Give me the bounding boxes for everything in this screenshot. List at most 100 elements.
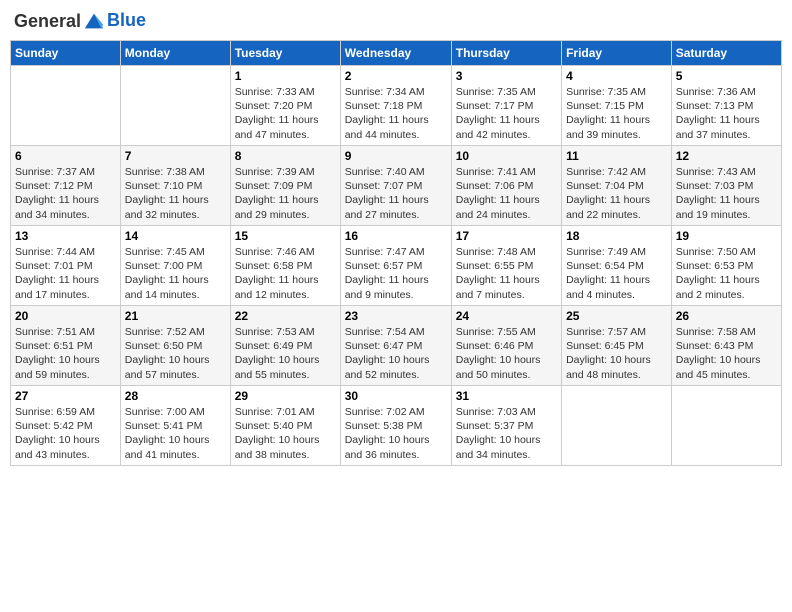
table-row: 18 Sunrise: 7:49 AM Sunset: 6:54 PM Dayli… xyxy=(562,226,672,306)
day-info: Sunrise: 7:00 AM Sunset: 5:41 PM Dayligh… xyxy=(125,405,226,462)
table-row: 17 Sunrise: 7:48 AM Sunset: 6:55 PM Dayli… xyxy=(451,226,561,306)
day-info: Sunrise: 7:47 AM Sunset: 6:57 PM Dayligh… xyxy=(345,245,447,302)
day-number: 14 xyxy=(125,229,226,243)
calendar-week-5: 27Sunrise: 6:59 AM Sunset: 5:42 PM Dayli… xyxy=(11,386,782,466)
logo-general: General xyxy=(14,11,81,32)
header-tuesday: Tuesday xyxy=(230,41,340,66)
table-row: 1 Sunrise: 7:33 AM Sunset: 7:20 PM Daylig… xyxy=(230,66,340,146)
day-info: Sunrise: 7:02 AM Sunset: 5:38 PM Dayligh… xyxy=(345,405,447,462)
day-info: Sunrise: 7:45 AM Sunset: 7:00 PM Dayligh… xyxy=(125,245,226,302)
table-row: 26Sunrise: 7:58 AM Sunset: 6:43 PM Dayli… xyxy=(671,306,781,386)
day-number: 19 xyxy=(676,229,777,243)
table-row: 10 Sunrise: 7:41 AM Sunset: 7:06 PM Dayli… xyxy=(451,146,561,226)
calendar-week-2: 6Sunrise: 7:37 AM Sunset: 7:12 PM Daylig… xyxy=(11,146,782,226)
table-row: 11 Sunrise: 7:42 AM Sunset: 7:04 PM Dayli… xyxy=(562,146,672,226)
logo-icon xyxy=(83,10,105,32)
day-info: Sunrise: 7:36 AM Sunset: 7:13 PM Dayligh… xyxy=(676,85,777,142)
day-info: Sunrise: 7:38 AM Sunset: 7:10 PM Dayligh… xyxy=(125,165,226,222)
table-row: 22Sunrise: 7:53 AM Sunset: 6:49 PM Dayli… xyxy=(230,306,340,386)
day-info: Sunrise: 7:42 AM Sunset: 7:04 PM Dayligh… xyxy=(566,165,667,222)
day-info: Sunrise: 7:35 AM Sunset: 7:17 PM Dayligh… xyxy=(456,85,557,142)
day-info: Sunrise: 7:39 AM Sunset: 7:09 PM Dayligh… xyxy=(235,165,336,222)
day-number: 12 xyxy=(676,149,777,163)
day-info: Sunrise: 7:34 AM Sunset: 7:18 PM Dayligh… xyxy=(345,85,447,142)
day-info: Sunrise: 7:35 AM Sunset: 7:15 PM Dayligh… xyxy=(566,85,667,142)
day-number: 1 xyxy=(235,69,336,83)
day-info: Sunrise: 7:43 AM Sunset: 7:03 PM Dayligh… xyxy=(676,165,777,222)
day-info: Sunrise: 7:40 AM Sunset: 7:07 PM Dayligh… xyxy=(345,165,447,222)
day-info: Sunrise: 7:55 AM Sunset: 6:46 PM Dayligh… xyxy=(456,325,557,382)
table-row: 3 Sunrise: 7:35 AM Sunset: 7:17 PM Daylig… xyxy=(451,66,561,146)
day-number: 13 xyxy=(15,229,116,243)
day-number: 5 xyxy=(676,69,777,83)
day-info: Sunrise: 7:46 AM Sunset: 6:58 PM Dayligh… xyxy=(235,245,336,302)
day-number: 7 xyxy=(125,149,226,163)
day-info: Sunrise: 7:49 AM Sunset: 6:54 PM Dayligh… xyxy=(566,245,667,302)
day-number: 10 xyxy=(456,149,557,163)
day-info: Sunrise: 7:50 AM Sunset: 6:53 PM Dayligh… xyxy=(676,245,777,302)
day-info: Sunrise: 7:54 AM Sunset: 6:47 PM Dayligh… xyxy=(345,325,447,382)
header-monday: Monday xyxy=(120,41,230,66)
table-row: 29 Sunrise: 7:01 AM Sunset: 5:40 PM Dayli… xyxy=(230,386,340,466)
day-info: Sunrise: 7:37 AM Sunset: 7:12 PM Dayligh… xyxy=(15,165,116,222)
logo: General Blue xyxy=(14,10,146,32)
day-info: Sunrise: 7:41 AM Sunset: 7:06 PM Dayligh… xyxy=(456,165,557,222)
day-number: 9 xyxy=(345,149,447,163)
day-info: Sunrise: 7:58 AM Sunset: 6:43 PM Dayligh… xyxy=(676,325,777,382)
table-row: 5 Sunrise: 7:36 AM Sunset: 7:13 PM Daylig… xyxy=(671,66,781,146)
table-row: 15 Sunrise: 7:46 AM Sunset: 6:58 PM Dayli… xyxy=(230,226,340,306)
table-row xyxy=(671,386,781,466)
day-number: 24 xyxy=(456,309,557,323)
calendar-table: Sunday Monday Tuesday Wednesday Thursday… xyxy=(10,40,782,466)
day-number: 3 xyxy=(456,69,557,83)
table-row xyxy=(562,386,672,466)
calendar-week-4: 20 Sunrise: 7:51 AM Sunset: 6:51 PM Dayli… xyxy=(11,306,782,386)
table-row: 23 Sunrise: 7:54 AM Sunset: 6:47 PM Dayli… xyxy=(340,306,451,386)
table-row xyxy=(120,66,230,146)
table-row: 12 Sunrise: 7:43 AM Sunset: 7:03 PM Dayli… xyxy=(671,146,781,226)
table-row: 4Sunrise: 7:35 AM Sunset: 7:15 PM Daylig… xyxy=(562,66,672,146)
day-info: Sunrise: 7:03 AM Sunset: 5:37 PM Dayligh… xyxy=(456,405,557,462)
table-row: 27Sunrise: 6:59 AM Sunset: 5:42 PM Dayli… xyxy=(11,386,121,466)
table-row: 14 Sunrise: 7:45 AM Sunset: 7:00 PM Dayli… xyxy=(120,226,230,306)
day-number: 11 xyxy=(566,149,667,163)
table-row xyxy=(11,66,121,146)
day-info: Sunrise: 6:59 AM Sunset: 5:42 PM Dayligh… xyxy=(15,405,116,462)
table-row: 30 Sunrise: 7:02 AM Sunset: 5:38 PM Dayli… xyxy=(340,386,451,466)
page-header: General Blue xyxy=(10,10,782,32)
day-number: 16 xyxy=(345,229,447,243)
header-wednesday: Wednesday xyxy=(340,41,451,66)
table-row: 8Sunrise: 7:39 AM Sunset: 7:09 PM Daylig… xyxy=(230,146,340,226)
day-number: 18 xyxy=(566,229,667,243)
day-info: Sunrise: 7:01 AM Sunset: 5:40 PM Dayligh… xyxy=(235,405,336,462)
table-row: 2 Sunrise: 7:34 AM Sunset: 7:18 PM Daylig… xyxy=(340,66,451,146)
day-number: 2 xyxy=(345,69,447,83)
table-row: 21 Sunrise: 7:52 AM Sunset: 6:50 PM Dayli… xyxy=(120,306,230,386)
table-row: 7 Sunrise: 7:38 AM Sunset: 7:10 PM Daylig… xyxy=(120,146,230,226)
day-number: 15 xyxy=(235,229,336,243)
day-number: 22 xyxy=(235,309,336,323)
day-info: Sunrise: 7:33 AM Sunset: 7:20 PM Dayligh… xyxy=(235,85,336,142)
header-friday: Friday xyxy=(562,41,672,66)
day-number: 31 xyxy=(456,389,557,403)
day-number: 20 xyxy=(15,309,116,323)
day-info: Sunrise: 7:52 AM Sunset: 6:50 PM Dayligh… xyxy=(125,325,226,382)
day-number: 23 xyxy=(345,309,447,323)
day-number: 30 xyxy=(345,389,447,403)
table-row: 24 Sunrise: 7:55 AM Sunset: 6:46 PM Dayli… xyxy=(451,306,561,386)
calendar-week-3: 13Sunrise: 7:44 AM Sunset: 7:01 PM Dayli… xyxy=(11,226,782,306)
table-row: 19 Sunrise: 7:50 AM Sunset: 6:53 PM Dayli… xyxy=(671,226,781,306)
day-number: 29 xyxy=(235,389,336,403)
day-number: 21 xyxy=(125,309,226,323)
table-row: 13Sunrise: 7:44 AM Sunset: 7:01 PM Dayli… xyxy=(11,226,121,306)
day-number: 17 xyxy=(456,229,557,243)
day-number: 25 xyxy=(566,309,667,323)
header-sunday: Sunday xyxy=(11,41,121,66)
table-row: 31 Sunrise: 7:03 AM Sunset: 5:37 PM Dayli… xyxy=(451,386,561,466)
day-info: Sunrise: 7:51 AM Sunset: 6:51 PM Dayligh… xyxy=(15,325,116,382)
logo-blue: Blue xyxy=(107,10,146,30)
day-info: Sunrise: 7:48 AM Sunset: 6:55 PM Dayligh… xyxy=(456,245,557,302)
table-row: 9 Sunrise: 7:40 AM Sunset: 7:07 PM Daylig… xyxy=(340,146,451,226)
calendar-header-row: Sunday Monday Tuesday Wednesday Thursday… xyxy=(11,41,782,66)
table-row: 20 Sunrise: 7:51 AM Sunset: 6:51 PM Dayli… xyxy=(11,306,121,386)
